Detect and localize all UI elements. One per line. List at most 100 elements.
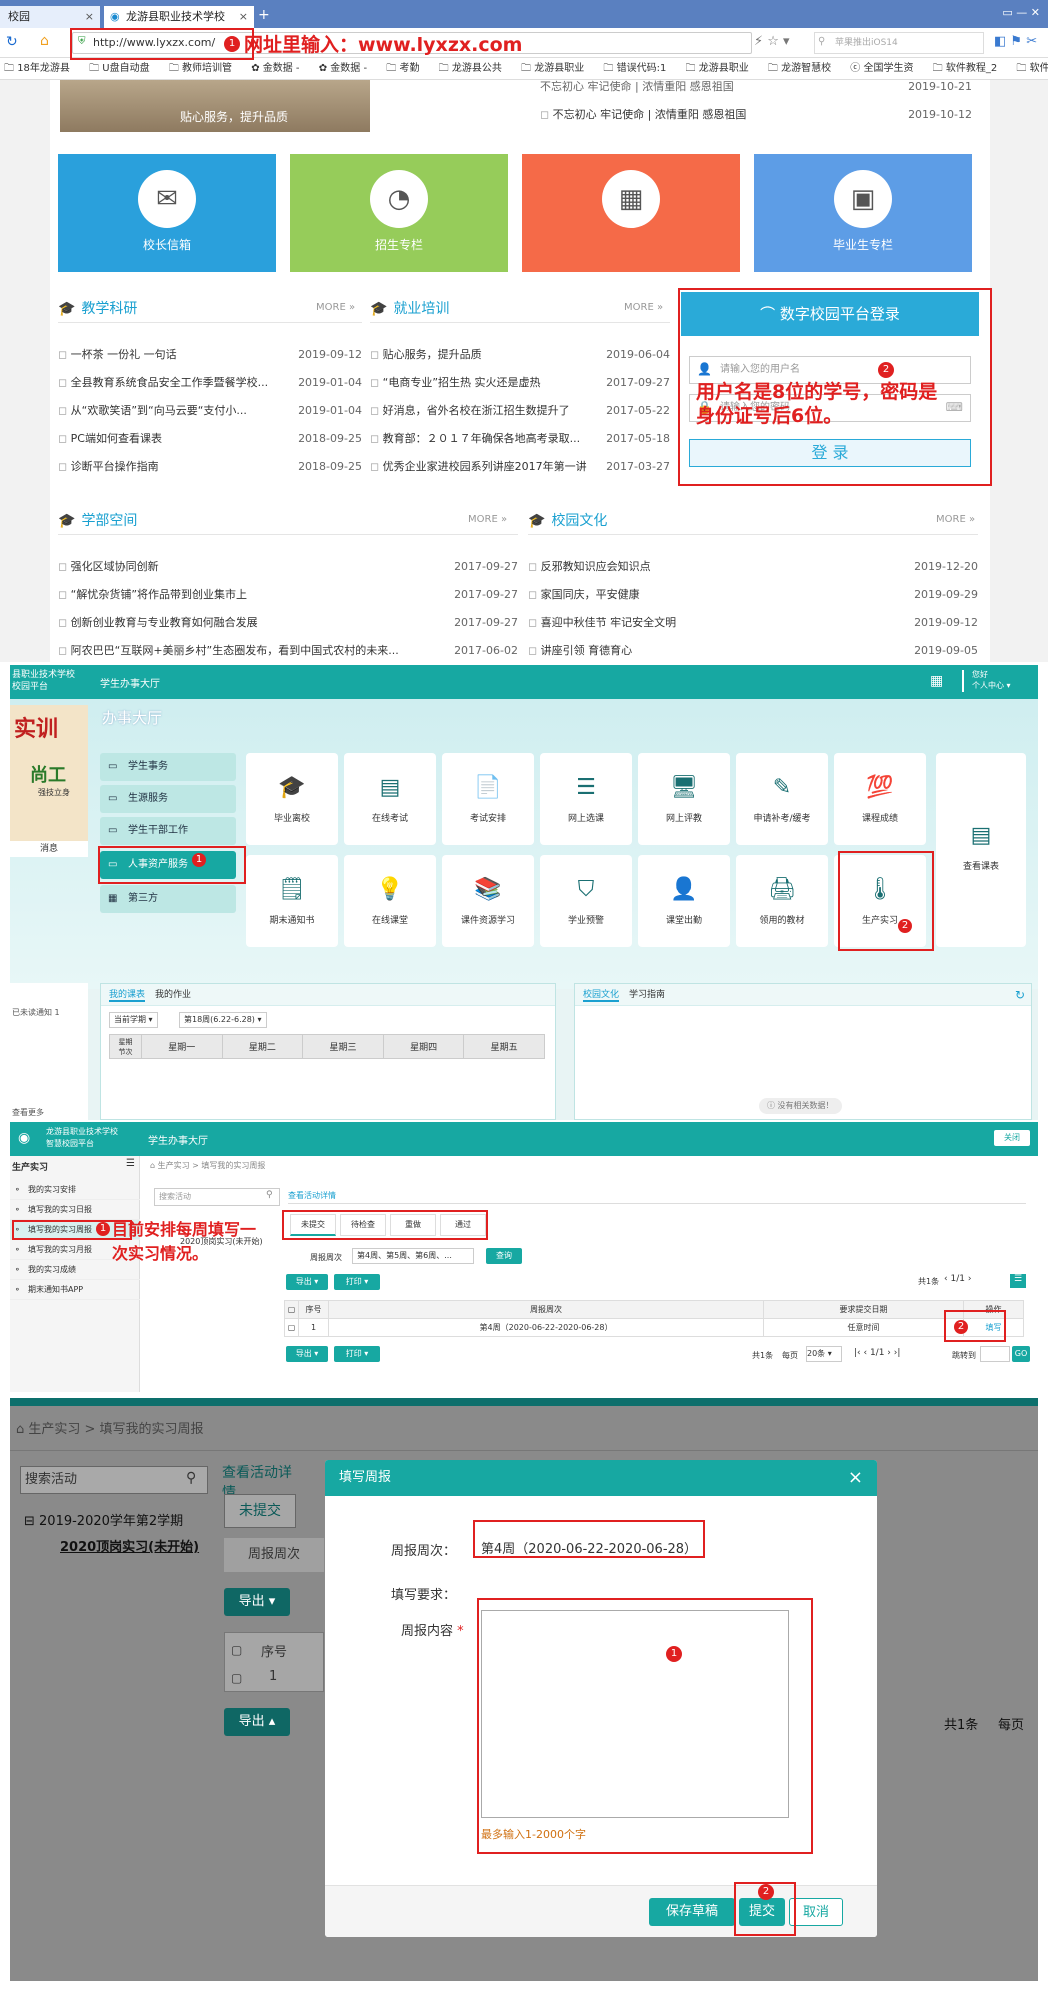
tile-building[interactable]: ▦ bbox=[522, 154, 740, 272]
news-item[interactable]: ◻ 反邪教知识应会知识点 2019-12-20 bbox=[528, 560, 978, 574]
search-input[interactable]: 搜索活动 bbox=[154, 1188, 280, 1206]
bookmark-item[interactable]: 🗀 教师培训管 bbox=[169, 58, 232, 79]
bookmark-item[interactable]: 🗀 软件教程_2 bbox=[933, 58, 998, 79]
sidebar-item-arrangement[interactable]: ⚬ 我的实习安排 bbox=[10, 1180, 140, 1200]
row-checkbox[interactable]: ▢ bbox=[284, 1318, 299, 1337]
view-more-link[interactable]: 查看更多 bbox=[12, 1107, 44, 1118]
browser-tab-school[interactable]: ◉ 龙游县职业技术学校 × bbox=[104, 6, 254, 28]
search-input[interactable]: 苹果推出iOS14 bbox=[814, 32, 984, 54]
bookmark-item[interactable]: 🗀 18年龙游县 bbox=[4, 58, 70, 79]
service-graduation[interactable]: 🎓 毕业离校 bbox=[246, 753, 338, 845]
home-icon[interactable]: ⌂ bbox=[40, 33, 49, 49]
more-link[interactable]: MORE » bbox=[468, 514, 507, 525]
service-final-notice[interactable]: 🗒 期末通知书 bbox=[246, 855, 338, 947]
save-draft-button[interactable]: 保存草稿 bbox=[649, 1898, 735, 1926]
pager[interactable]: |‹ ‹ 1/1 › ›| bbox=[854, 1348, 900, 1358]
per-page-select[interactable]: 20条 ▾ bbox=[806, 1346, 842, 1362]
table-row[interactable]: ▢ 1 第4周（2020-06-22-2020-06-28） 任意时间 填写 bbox=[284, 1318, 1024, 1337]
bookmark-item[interactable]: ✿ 金数据 - bbox=[251, 58, 299, 79]
search-icon[interactable]: ⚲ bbox=[266, 1190, 273, 1200]
jump-input[interactable] bbox=[980, 1346, 1010, 1362]
news-item[interactable]: ◻ 贴心服务，提升品质 2019-06-04 bbox=[370, 348, 670, 362]
service-academic-warning[interactable]: ⛉ 学业预警 bbox=[540, 855, 632, 947]
export-button-bottom[interactable]: 导出 ▴ bbox=[224, 1708, 290, 1736]
tile-principal-mailbox[interactable]: ✉ 校长信箱 bbox=[58, 154, 276, 272]
section-title-culture[interactable]: 🎓 校园文化 bbox=[528, 510, 607, 530]
print-button[interactable]: 打印 ▾ bbox=[334, 1274, 380, 1290]
bookmark-item[interactable]: 🗀 龙游智慧校 bbox=[768, 58, 831, 79]
news-item[interactable]: ◻ “电商专业”招生热 实火还是虚热 2017-09-27 bbox=[370, 376, 670, 390]
bookmark-item[interactable]: 🗀 错误代码:1 bbox=[603, 58, 666, 79]
news-item[interactable]: ◻ 优秀企业家进校园系列讲座2017年第一讲 2017-03-27 bbox=[370, 460, 670, 474]
sidebar-item-daily[interactable]: ⚬ 填写我的实习日报 bbox=[10, 1200, 140, 1220]
service-timetable[interactable]: ▤ 查看课表 bbox=[936, 753, 1026, 947]
news-item[interactable]: ◻ 强化区域协同创新 2017-09-27 bbox=[58, 560, 518, 574]
bookmark-item[interactable]: 🗀 龙游县职业 bbox=[686, 58, 749, 79]
bookmark-item[interactable]: 🗀 考勤 bbox=[386, 58, 419, 79]
qr-code-icon[interactable]: ▦ bbox=[930, 673, 943, 689]
tree-term[interactable]: ⊟ 2019-2020学年第2学期 bbox=[24, 1510, 183, 1529]
week-select[interactable]: 第18周(6.22-6.28) ▾ bbox=[179, 1012, 267, 1028]
news-item[interactable]: ◻ 讲座引领 育德育心 2019-09-05 bbox=[528, 644, 978, 658]
service-textbooks[interactable]: 🖨 领用的教材 bbox=[736, 855, 828, 947]
collapse-icon[interactable]: ⊟ bbox=[24, 1514, 39, 1529]
select-all-checkbox[interactable]: ▢ bbox=[284, 1300, 299, 1319]
service-grades[interactable]: 💯 课程成绩 bbox=[834, 753, 926, 845]
search-icon[interactable]: ⚲ bbox=[186, 1470, 196, 1486]
export-button-bottom[interactable]: 导出 ▾ bbox=[286, 1346, 328, 1362]
search-input[interactable]: 搜索活动 bbox=[20, 1466, 208, 1494]
new-tab-icon[interactable]: + bbox=[258, 8, 272, 22]
window-controls-icon[interactable]: ▭ — ✕ bbox=[1002, 6, 1040, 19]
export-button[interactable]: 导出 ▾ bbox=[224, 1588, 290, 1616]
unread-notice-count[interactable]: 已未读通知 1 bbox=[12, 1007, 60, 1018]
close-icon[interactable]: × bbox=[848, 1460, 863, 1496]
checkbox[interactable]: ▢ bbox=[231, 1643, 242, 1657]
tab-not-submitted[interactable]: 未提交 bbox=[290, 1214, 336, 1236]
service-online-class[interactable]: 💡 在线课堂 bbox=[344, 855, 436, 947]
more-link[interactable]: MORE » bbox=[624, 302, 663, 313]
home-icon[interactable]: ⌂ bbox=[16, 1422, 28, 1437]
news-item[interactable]: ◻ “解忧杂货铺”将作品带到创业集市上 2017-09-27 bbox=[58, 588, 518, 602]
service-internship[interactable]: 🌡 生产实习 bbox=[834, 855, 926, 947]
tab-pending-check[interactable]: 待检查 bbox=[340, 1214, 386, 1236]
bookmark-item[interactable]: 🗀 软件下载 - bbox=[1016, 58, 1048, 79]
login-button[interactable]: 登 录 bbox=[689, 439, 971, 467]
menu-enrollment[interactable]: ▭ 生源服务 bbox=[100, 785, 236, 813]
tree-item[interactable]: 2020顶岗实习(未开始) bbox=[60, 1536, 199, 1555]
news-item[interactable]: ◻ 喜迎中秋佳节 牢记安全文明 2019-09-12 bbox=[528, 616, 978, 630]
bookmark-item[interactable]: ⓒ 全国学生资 bbox=[850, 58, 913, 79]
user-menu[interactable]: 您好 个人中心 ▾ bbox=[972, 669, 1011, 691]
tab-my-homework[interactable]: 我的作业 bbox=[155, 990, 191, 1000]
keyboard-icon[interactable]: ⌨ bbox=[946, 400, 963, 414]
cancel-button[interactable]: 取消 bbox=[789, 1898, 843, 1926]
query-button[interactable]: 查询 bbox=[486, 1248, 522, 1264]
tab-redo[interactable]: 重做 bbox=[390, 1214, 436, 1236]
toolbar-icons[interactable]: ◧ ⚑ ✂ bbox=[994, 34, 1037, 49]
news-item[interactable]: ◻ 诊断平台操作指南 2018-09-25 bbox=[58, 460, 362, 474]
tab-my-schedule[interactable]: 我的课表 bbox=[109, 990, 146, 1002]
service-exam-schedule[interactable]: 📄 考试安排 bbox=[442, 753, 534, 845]
week-filter-select[interactable]: 第4周、第5周、第6周、... bbox=[352, 1248, 474, 1264]
fill-link[interactable]: 填写 bbox=[963, 1318, 1024, 1337]
back-icon[interactable]: ↻ bbox=[6, 34, 18, 50]
tab-study-guide[interactable]: 学习指南 bbox=[629, 990, 665, 1000]
news-item[interactable]: ◻ 全县教育系统食品安全工作季暨餐学校... 2019-01-04 bbox=[58, 376, 362, 390]
news-item[interactable]: ◻ 一杯茶 一份礼 一句话 2019-09-12 bbox=[58, 348, 362, 362]
go-button[interactable]: GO bbox=[1012, 1346, 1030, 1362]
message-tab[interactable]: 消息 bbox=[10, 841, 88, 857]
tile-graduates[interactable]: ▣ 毕业生专栏 bbox=[754, 154, 972, 272]
tab-not-submitted[interactable]: 未提交 bbox=[224, 1494, 296, 1528]
pager[interactable]: ‹ 1/1 › bbox=[944, 1274, 971, 1284]
tab-passed[interactable]: 通过 bbox=[440, 1214, 486, 1236]
list-view-icon[interactable]: ☰ bbox=[1010, 1274, 1026, 1288]
news-item[interactable]: ◻ 不忘初心 牢记使命 | 浓情重阳 感恩祖国 2019-10-12 bbox=[540, 108, 972, 122]
checkbox[interactable]: ▢ bbox=[231, 1671, 242, 1685]
service-online-exam[interactable]: ▤ 在线考试 bbox=[344, 753, 436, 845]
export-button[interactable]: 导出 ▾ bbox=[286, 1274, 328, 1290]
more-link[interactable]: MORE » bbox=[316, 302, 355, 313]
sidebar-item-notice-app[interactable]: ⚬ 期末通知书APP bbox=[10, 1280, 140, 1300]
browser-tab-campus[interactable]: 校园 × bbox=[0, 6, 100, 28]
menu-toggle-icon[interactable]: ☰ bbox=[126, 1158, 135, 1169]
menu-third-party[interactable]: ▦ 第三方 bbox=[100, 885, 236, 913]
close-icon[interactable]: × bbox=[239, 6, 248, 28]
